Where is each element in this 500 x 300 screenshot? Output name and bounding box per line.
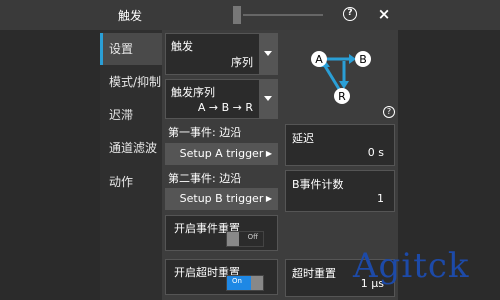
sidebar-item-channel-filter[interactable]: 通道滤波 (100, 132, 162, 164)
setup-b-trigger-label: Setup B trigger (179, 192, 264, 205)
close-icon[interactable]: × (376, 5, 392, 23)
sidebar-item-action[interactable]: 动作 (100, 166, 162, 198)
b-event-count-label: B事件计数 (292, 178, 344, 191)
sequence-diagram: A B R (311, 51, 371, 104)
node-b-label: B (359, 53, 367, 66)
trigger-sequence-select[interactable]: 触发序列 A → B → R (165, 79, 278, 119)
chevron-down-icon (264, 96, 272, 101)
toggle-knob (251, 276, 263, 290)
trigger-dialog: 触发 ? × 设置 模式/抑制 迟滞 通道滤波 动作 触发 序列 触发序列 A … (0, 0, 500, 300)
sidebar-item-hysteresis[interactable]: 迟滞 (100, 99, 162, 131)
setup-b-trigger-button[interactable]: Setup B trigger ▶ (165, 188, 278, 210)
event-reset-state: Off (247, 233, 258, 241)
event-reset-toggle[interactable]: Off (226, 231, 264, 247)
help-icon[interactable]: ? (383, 106, 395, 118)
chevron-down-icon (264, 51, 272, 56)
timeout-reset-enable-state: On (232, 277, 242, 285)
node-a-label: A (315, 53, 323, 66)
trigger-sequence-label: 触发序列 (171, 86, 215, 99)
node-r-label: R (338, 90, 346, 103)
help-icon[interactable]: ? (343, 7, 357, 21)
chevron-right-icon: ▶ (265, 194, 272, 203)
b-event-count-field[interactable]: B事件计数 1 (285, 170, 395, 212)
first-event-label: 第一事件: 边沿 (168, 126, 242, 139)
delay-value: 0 s (367, 146, 384, 159)
setup-a-trigger-button[interactable]: Setup A trigger ▶ (165, 143, 278, 165)
trigger-type-select[interactable]: 触发 序列 (165, 33, 278, 75)
chevron-right-icon: ▶ (265, 149, 272, 158)
second-event-label: 第二事件: 边沿 (168, 172, 242, 185)
trigger-type-dropdown-button[interactable] (259, 34, 277, 74)
setup-a-trigger-label: Setup A trigger (179, 147, 264, 160)
sidebar: 设置 模式/抑制 迟滞 通道滤波 动作 (100, 30, 162, 300)
b-event-count-value: 1 (377, 192, 384, 205)
r-to-a-arrow (323, 65, 341, 90)
timeout-reset-enable-toggle[interactable]: On (226, 275, 264, 291)
sidebar-item-mode-holdoff[interactable]: 模式/抑制 (100, 66, 162, 98)
trigger-sequence-value: A → B → R (197, 101, 253, 114)
b-to-r-arrowhead (339, 81, 349, 89)
a-to-b-arrowhead (349, 54, 356, 64)
transparency-slider[interactable] (243, 14, 323, 16)
drag-handle[interactable] (233, 6, 241, 24)
delay-field[interactable]: 延迟 0 s (285, 124, 395, 166)
toggle-knob (227, 232, 239, 246)
trigger-type-label: 触发 (171, 40, 193, 53)
sidebar-item-setup[interactable]: 设置 (100, 33, 162, 65)
titlebar: 触发 ? × (0, 0, 500, 30)
dialog-title: 触发 (118, 9, 143, 23)
delay-label: 延迟 (292, 132, 314, 145)
trigger-type-value: 序列 (231, 56, 253, 69)
watermark: Agitck (353, 246, 470, 286)
trigger-sequence-dropdown-button[interactable] (259, 80, 277, 118)
timeout-reset-label: 超时重置 (292, 267, 336, 280)
